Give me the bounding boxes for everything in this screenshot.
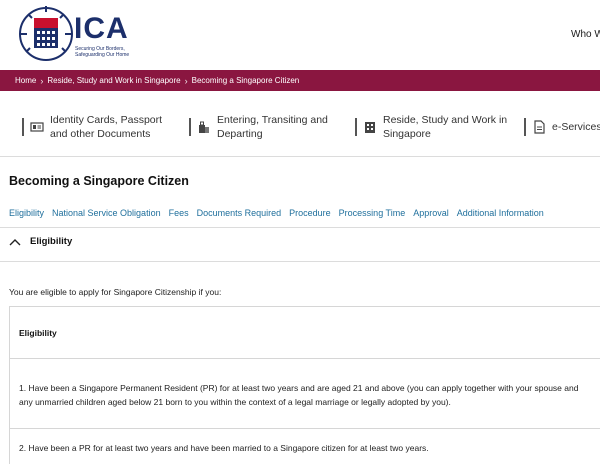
tab-fees[interactable]: Fees [169,208,189,218]
category-divider [22,118,24,136]
tab-national-service[interactable]: National Service Obligation [52,208,161,218]
tab-additional-info[interactable]: Additional Information [457,208,544,218]
luggage-icon [199,121,209,133]
page-title: Becoming a Singapore Citizen [9,174,189,188]
eligibility-table: Eligibility 1. Have been a Singapore Per… [9,306,600,464]
chevron-right-icon: › [40,75,44,86]
category-label: Departing [217,128,263,140]
site-header: ICA Securing Our Borders, Safeguarding O… [0,0,600,70]
tab-approval[interactable]: Approval [413,208,449,218]
chevron-up-icon [9,238,21,245]
category-label: e-Services a [552,121,600,133]
accordion-title: Eligibility [30,236,73,247]
category-label: Identity Cards, Passport [50,114,163,126]
chevron-right-icon: › [184,75,188,86]
breadcrumb-home[interactable]: Home [15,76,36,85]
tabs-divider [0,227,600,228]
category-label: Entering, Transiting and [217,114,328,126]
tab-documents[interactable]: Documents Required [197,208,282,218]
breadcrumb-reside[interactable]: Reside, Study and Work in Singapore [47,76,180,85]
accordion-eligibility[interactable]: Eligibility [9,236,72,247]
table-row: 1. Have been a Singapore Permanent Resid… [10,359,600,429]
category-divider [189,118,191,136]
section-divider [0,156,600,157]
table-header: Eligibility [10,307,600,359]
category-entering-transiting[interactable]: Entering, Transiting and Departing [189,112,328,142]
tab-processing-time[interactable]: Processing Time [339,208,406,218]
document-icon [534,120,545,134]
intro-text: You are eligible to apply for Singapore … [9,287,222,297]
table-row: 2. Have been a PR for at least two years… [10,429,600,464]
category-divider [355,118,357,136]
tab-eligibility[interactable]: Eligibility [9,208,44,218]
category-label: and other Documents [50,128,151,140]
category-reside-study-work[interactable]: Reside, Study and Work in Singapore [355,112,507,142]
section-tabs: Eligibility National Service Obligation … [9,208,544,218]
breadcrumb-current: Becoming a Singapore Citizen [191,76,300,85]
category-nav: Identity Cards, Passport and other Docum… [0,100,600,154]
logo-tagline: Securing Our Borders, Safeguarding Our H… [75,46,130,58]
ica-emblem-icon [19,6,73,61]
accordion-divider [0,261,600,262]
building-icon [365,122,375,133]
category-divider [524,118,526,136]
ica-logo[interactable]: ICA Securing Our Borders, Safeguarding O… [14,4,134,66]
id-card-icon [30,122,44,132]
who-we-are-link[interactable]: Who W [571,29,600,40]
category-label: Reside, Study and Work in [383,114,508,126]
category-identity-cards[interactable]: Identity Cards, Passport and other Docum… [22,112,162,142]
category-eservices[interactable]: e-Services a [524,112,600,142]
breadcrumb: Home › Reside, Study and Work in Singapo… [0,70,600,91]
category-label: Singapore [383,128,431,140]
tab-procedure[interactable]: Procedure [289,208,331,218]
logo-text: ICA [74,12,129,45]
